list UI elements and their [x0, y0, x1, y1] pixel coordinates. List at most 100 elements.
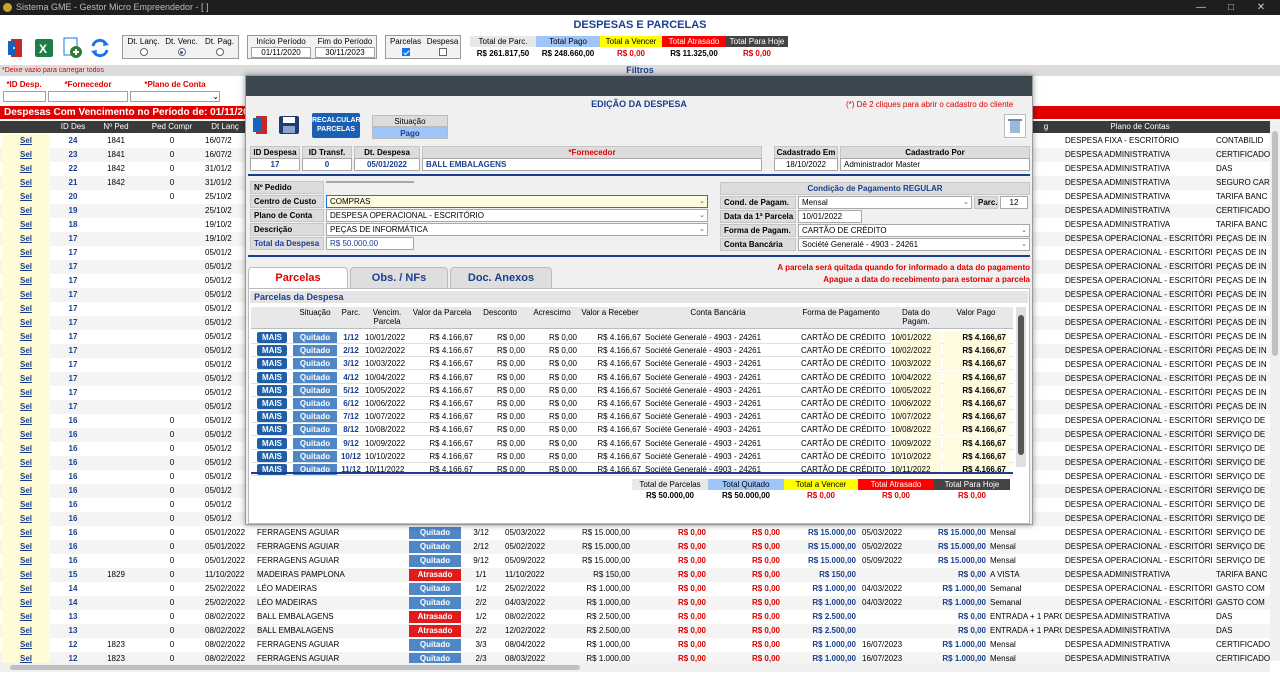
fornecedor-input[interactable]: BALL EMBALAGENS [422, 158, 762, 171]
mais-button[interactable]: MAIS [257, 411, 287, 423]
plano-conta-select[interactable]: DESPESA OPERACIONAL - ESCRITÓRIO ⌄ [326, 209, 708, 222]
mais-button[interactable]: MAIS [257, 424, 287, 436]
table-row[interactable]: Sel 14 0 25/02/2022 LÉO MADEIRAS Quitado 1/2 25… [0, 582, 1270, 596]
table-row[interactable]: Sel 15 1829 0 11/10/2022 MADEIRAS PAMPLONA Atr… [0, 568, 1270, 582]
parcela-cell-dtpag[interactable]: 10/06/2022 [891, 397, 941, 410]
cell-sel[interactable]: Sel [2, 610, 50, 624]
parcela-cell-dtpag[interactable]: 10/05/2022 [891, 383, 941, 397]
parcela-cell-dtpag[interactable]: 10/11/2022 [891, 463, 941, 476]
close-icon[interactable]: ✕ [1246, 0, 1276, 15]
total-despesa-input[interactable]: R$ 50.000,00 [326, 237, 414, 250]
parcela-cell-dtpag[interactable]: 10/02/2022 [891, 344, 941, 358]
maximize-icon[interactable]: □ [1216, 0, 1246, 15]
parcela-cell-dtpag[interactable]: 10/04/2022 [891, 370, 941, 384]
pedido-input[interactable] [326, 181, 414, 183]
data-1-parcela-input[interactable]: 10/01/2022 [798, 210, 862, 223]
excel-icon[interactable]: X [33, 37, 55, 59]
cell-sel[interactable]: Sel [2, 330, 50, 344]
conta-bancaria-select[interactable]: Société Generalé - 4903 - 24261 ⌄ [798, 238, 1030, 251]
cell-sel[interactable]: Sel [2, 232, 50, 246]
table-row[interactable]: Sel 14 0 25/02/2022 LÉO MADEIRAS Quitado 2/2 04… [0, 596, 1270, 610]
mais-button[interactable]: MAIS [257, 384, 287, 396]
start-date-input[interactable]: 01/11/2020 [251, 47, 311, 58]
hscroll-thumb[interactable] [10, 665, 580, 670]
cell-sel[interactable]: Sel [2, 190, 50, 204]
parcela-cell-dtpag[interactable]: 10/09/2022 [891, 436, 941, 450]
table-row[interactable]: Sel 12 1823 0 08/02/2022 FERRAGENS AGUIAR Quit… [0, 638, 1270, 652]
recalculate-button[interactable]: RECALCULAR PARCELAS [312, 113, 361, 138]
parcela-cell-dtpag[interactable]: 10/10/2022 [891, 449, 941, 463]
end-date-input[interactable]: 30/11/2023 [315, 47, 375, 58]
radio-dt-venc[interactable] [177, 48, 186, 56]
cell-sel[interactable]: Sel [2, 456, 50, 470]
tab-obs-nfs[interactable]: Obs. / NFs [350, 267, 448, 288]
cell-sel[interactable]: Sel [2, 288, 50, 302]
cell-sel[interactable]: Sel [2, 344, 50, 358]
mais-button[interactable]: MAIS [257, 345, 287, 357]
cell-sel[interactable]: Sel [2, 596, 50, 610]
cell-sel[interactable]: Sel [2, 498, 50, 512]
parcelas-scrollbar[interactable] [1016, 307, 1026, 467]
cell-sel[interactable]: Sel [2, 470, 50, 484]
mais-button[interactable]: MAIS [257, 437, 287, 449]
cell-sel[interactable]: Sel [2, 512, 50, 526]
scroll-thumb[interactable] [1272, 131, 1278, 356]
despesa-checkbox[interactable] [438, 48, 447, 56]
tab-doc-anexos[interactable]: Doc. Anexos [450, 267, 552, 288]
table-row[interactable]: Sel 13 0 08/02/2022 BALL EMBALAGENS Atrasado 2… [0, 624, 1270, 638]
mais-button[interactable]: MAIS [257, 450, 287, 462]
centro-custo-select[interactable]: COMPRAS ⌄ [326, 195, 708, 208]
cell-sel[interactable]: Sel [2, 218, 50, 232]
table-row[interactable]: Sel 16 0 05/01/2022 FERRAGENS AGUIAR Quitado 2… [0, 540, 1270, 554]
filter-id-input[interactable] [3, 91, 46, 102]
cell-sel[interactable]: Sel [2, 148, 50, 162]
mais-button[interactable]: MAIS [257, 371, 287, 383]
col-header-plano[interactable]: Plano de Contas [1065, 121, 1215, 133]
exit-door-icon[interactable] [5, 37, 27, 59]
minimize-icon[interactable]: — [1186, 0, 1216, 15]
parcela-cell-dtpag[interactable]: 10/01/2022 [891, 331, 941, 344]
cell-sel[interactable]: Sel [2, 274, 50, 288]
exit-door-icon[interactable] [250, 114, 272, 136]
cell-sel[interactable]: Sel [2, 372, 50, 386]
mais-button[interactable]: MAIS [257, 332, 287, 343]
cell-sel[interactable]: Sel [2, 638, 50, 652]
cell-sel[interactable]: Sel [2, 526, 50, 540]
cell-sel[interactable]: Sel [2, 162, 50, 176]
cell-sel[interactable]: Sel [2, 204, 50, 218]
radio-dt-pag[interactable] [215, 48, 224, 56]
cell-sel[interactable]: Sel [2, 260, 50, 274]
forma-pagam-select[interactable]: CARTÃO DE CRÉDITO ⌄ [798, 224, 1030, 237]
cell-sel[interactable]: Sel [2, 554, 50, 568]
cell-sel[interactable]: Sel [2, 400, 50, 414]
cell-sel[interactable]: Sel [2, 442, 50, 456]
radio-dt-lanc[interactable] [139, 48, 148, 56]
cell-sel[interactable]: Sel [2, 540, 50, 554]
save-icon[interactable] [277, 114, 301, 136]
vertical-scrollbar[interactable] [1270, 121, 1280, 661]
cell-sel[interactable]: Sel [2, 316, 50, 330]
filter-fornecedor-input[interactable] [48, 91, 128, 102]
cell-sel[interactable]: Sel [2, 358, 50, 372]
descricao-select[interactable]: PEÇAS DE INFORMÁTICA ⌄ [326, 223, 708, 236]
col-header-pc[interactable]: Ped Compr [146, 121, 198, 133]
col-header-dt[interactable]: Dt Lanç [205, 121, 245, 133]
cell-sel[interactable]: Sel [2, 568, 50, 582]
cond-pagam-select[interactable]: Mensal ⌄ [798, 196, 972, 209]
cell-sel[interactable]: Sel [2, 302, 50, 316]
col-header-id[interactable]: ID Des [54, 121, 92, 133]
parcela-cell-dtpag[interactable]: 10/08/2022 [891, 423, 941, 437]
cell-sel[interactable]: Sel [2, 414, 50, 428]
col-header-partial[interactable]: g [1036, 121, 1056, 133]
tab-parcelas[interactable]: Parcelas [248, 267, 348, 288]
cell-sel[interactable]: Sel [2, 582, 50, 596]
add-new-icon[interactable] [61, 37, 83, 59]
col-header-ped[interactable]: Nº Ped [94, 121, 138, 133]
parcelas-checkbox[interactable] [401, 48, 410, 56]
cell-sel[interactable]: Sel [2, 484, 50, 498]
parcela-cell-dtpag[interactable]: 10/07/2022 [891, 410, 941, 424]
mais-button[interactable]: MAIS [257, 358, 287, 370]
cell-sel[interactable]: Sel [2, 176, 50, 190]
cell-sel[interactable]: Sel [2, 246, 50, 260]
table-row[interactable]: Sel 16 0 05/01/2022 FERRAGENS AGUIAR Quitado 9… [0, 554, 1270, 568]
